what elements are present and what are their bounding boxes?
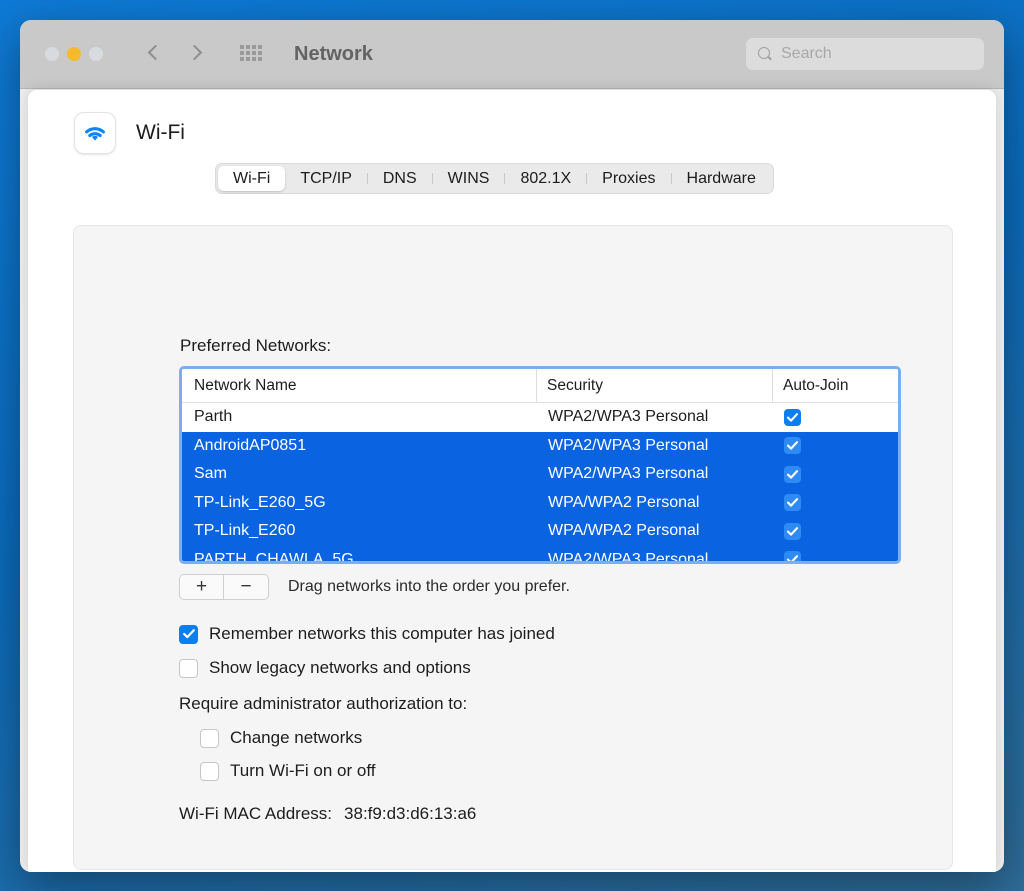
table-row[interactable]: TP-Link_E260 WPA/WPA2 Personal <box>182 517 898 546</box>
tab-tcpip[interactable]: TCP/IP <box>285 166 367 191</box>
remember-networks-option[interactable]: Remember networks this computer has join… <box>179 624 555 644</box>
tab-hardware[interactable]: Hardware <box>672 166 771 191</box>
sheet-header: Wi-Fi <box>28 90 996 154</box>
add-network-button[interactable]: + <box>179 574 224 600</box>
tab-wins[interactable]: WINS <box>433 166 505 191</box>
auto-join-checkbox[interactable] <box>784 466 801 483</box>
cell-auto-join <box>772 432 898 461</box>
change-networks-option[interactable]: Change networks <box>200 728 362 748</box>
search-input[interactable]: Search <box>746 38 984 70</box>
tab-proxies[interactable]: Proxies <box>587 166 670 191</box>
wifi-settings-sheet: Wi-Fi Wi-Fi TCP/IP DNS WINS 802.1X Proxi… <box>28 90 996 872</box>
mac-address-value: 38:f9:d3:d6:13:a6 <box>344 804 476 823</box>
tab-8021x[interactable]: 802.1X <box>505 166 586 191</box>
table-row[interactable]: AndroidAP0851 WPA2/WPA3 Personal <box>182 432 898 461</box>
cell-network-name: TP-Link_E260 <box>182 517 536 546</box>
cell-network-name: Sam <box>182 460 536 489</box>
turn-wifi-label: Turn Wi-Fi on or off <box>230 761 375 781</box>
admin-authorization-label: Require administrator authorization to: <box>179 694 467 714</box>
window-titlebar: Network Search <box>20 20 1004 89</box>
column-header-network-name[interactable]: Network Name <box>182 369 536 402</box>
change-networks-checkbox[interactable] <box>200 729 219 748</box>
cell-auto-join <box>772 546 898 565</box>
column-header-auto-join[interactable]: Auto-Join <box>772 369 898 402</box>
remember-networks-label: Remember networks this computer has join… <box>209 624 555 644</box>
forward-chevron-icon[interactable] <box>187 43 200 65</box>
wifi-settings-panel: Wi-Fi TCP/IP DNS WINS 802.1X Proxies Har… <box>73 225 953 870</box>
zoom-button[interactable] <box>89 47 103 61</box>
cell-auto-join <box>772 460 898 489</box>
remove-network-button[interactable]: − <box>224 574 269 600</box>
table-header-row: Network Name Security Auto-Join <box>182 369 898 403</box>
service-title: Wi-Fi <box>136 121 185 145</box>
cell-security: WPA2/WPA3 Personal <box>536 460 772 489</box>
show-legacy-checkbox[interactable] <box>179 659 198 678</box>
auto-join-checkbox[interactable] <box>784 437 801 454</box>
search-icon <box>758 47 773 62</box>
mac-address-row: Wi-Fi MAC Address: 38:f9:d3:d6:13:a6 <box>179 804 476 824</box>
cell-security: WPA2/WPA3 Personal <box>536 432 772 461</box>
page-title: Network <box>294 43 373 66</box>
drag-hint-text: Drag networks into the order you prefer. <box>288 578 570 596</box>
change-networks-label: Change networks <box>230 728 362 748</box>
preferred-networks-label: Preferred Networks: <box>180 336 331 356</box>
cell-auto-join <box>772 403 898 432</box>
traffic-lights <box>45 47 103 61</box>
remember-networks-checkbox[interactable] <box>179 625 198 644</box>
cell-network-name: PARTH_CHAWLA_5G <box>182 546 536 565</box>
auto-join-checkbox[interactable] <box>784 494 801 511</box>
navigation-controls <box>148 43 200 65</box>
cell-network-name: Parth <box>182 403 536 432</box>
auto-join-checkbox[interactable] <box>784 523 801 540</box>
turn-wifi-option[interactable]: Turn Wi-Fi on or off <box>200 761 375 781</box>
tab-dns[interactable]: DNS <box>368 166 432 191</box>
cell-network-name: AndroidAP0851 <box>182 432 536 461</box>
auto-join-checkbox[interactable] <box>784 409 801 426</box>
search-placeholder: Search <box>781 45 832 63</box>
cell-network-name: TP-Link_E260_5G <box>182 489 536 518</box>
show-all-grid-icon[interactable] <box>240 45 262 63</box>
close-button[interactable] <box>45 47 59 61</box>
table-row[interactable]: PARTH_CHAWLA_5G WPA2/WPA3 Personal <box>182 546 898 565</box>
table-controls: + − Drag networks into the order you pre… <box>179 574 570 600</box>
cell-security: WPA2/WPA3 Personal <box>536 403 772 432</box>
cell-auto-join <box>772 489 898 518</box>
tab-bar: Wi-Fi TCP/IP DNS WINS 802.1X Proxies Har… <box>215 163 774 194</box>
table-row[interactable]: Sam WPA2/WPA3 Personal <box>182 460 898 489</box>
cell-security: WPA/WPA2 Personal <box>536 489 772 518</box>
show-legacy-label: Show legacy networks and options <box>209 658 471 678</box>
table-row[interactable]: TP-Link_E260_5G WPA/WPA2 Personal <box>182 489 898 518</box>
show-legacy-option[interactable]: Show legacy networks and options <box>179 658 471 678</box>
system-preferences-window: Network Search Wi-Fi Wi-Fi TCP/IP <box>20 20 1004 872</box>
auto-join-checkbox[interactable] <box>784 551 801 564</box>
cell-security: WPA/WPA2 Personal <box>536 517 772 546</box>
cell-security: WPA2/WPA3 Personal <box>536 546 772 565</box>
tab-wifi[interactable]: Wi-Fi <box>218 166 285 191</box>
preferred-networks-table[interactable]: Network Name Security Auto-Join Parth WP… <box>179 366 901 564</box>
table-row[interactable]: Parth WPA2/WPA3 Personal <box>182 403 898 432</box>
back-chevron-icon[interactable] <box>148 43 161 65</box>
column-header-security[interactable]: Security <box>536 369 772 402</box>
cell-auto-join <box>772 517 898 546</box>
minimize-button[interactable] <box>67 47 81 61</box>
turn-wifi-checkbox[interactable] <box>200 762 219 781</box>
mac-address-label: Wi-Fi MAC Address: <box>179 804 332 823</box>
wifi-icon <box>74 112 116 154</box>
